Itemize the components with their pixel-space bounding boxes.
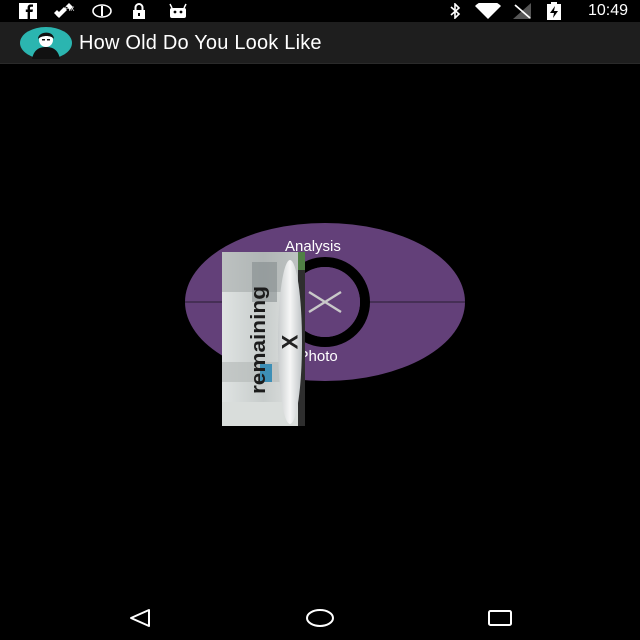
face-avatar-icon <box>20 27 72 59</box>
no-signal-icon <box>511 3 533 19</box>
svg-text:FIX: FIX <box>65 7 74 13</box>
battery-charging-icon <box>544 2 564 20</box>
close-icon[interactable] <box>305 282 345 322</box>
overlay-text: remaining <box>248 286 270 394</box>
back-triangle-icon[interactable] <box>120 604 160 632</box>
app-title: How Old Do You Look Like <box>79 32 322 54</box>
overlay-close-glyph[interactable]: X <box>278 334 303 349</box>
bluetooth-icon <box>446 3 464 19</box>
app-bar: How Old Do You Look Like <box>0 22 640 64</box>
status-time: 10:49 <box>587 2 628 19</box>
satellite-icon: FIX <box>52 3 78 19</box>
wifi-icon <box>474 3 502 19</box>
eye-icon <box>91 3 113 19</box>
facebook-icon <box>17 3 39 19</box>
home-circle-icon[interactable] <box>300 604 340 632</box>
overlay-image[interactable]: X remaining <box>222 252 305 426</box>
lock-icon <box>129 3 149 19</box>
status-bar: FIX 10:49 <box>0 0 640 22</box>
android-icon <box>167 3 189 19</box>
recents-square-icon[interactable] <box>480 604 520 632</box>
nav-bar <box>0 596 640 640</box>
